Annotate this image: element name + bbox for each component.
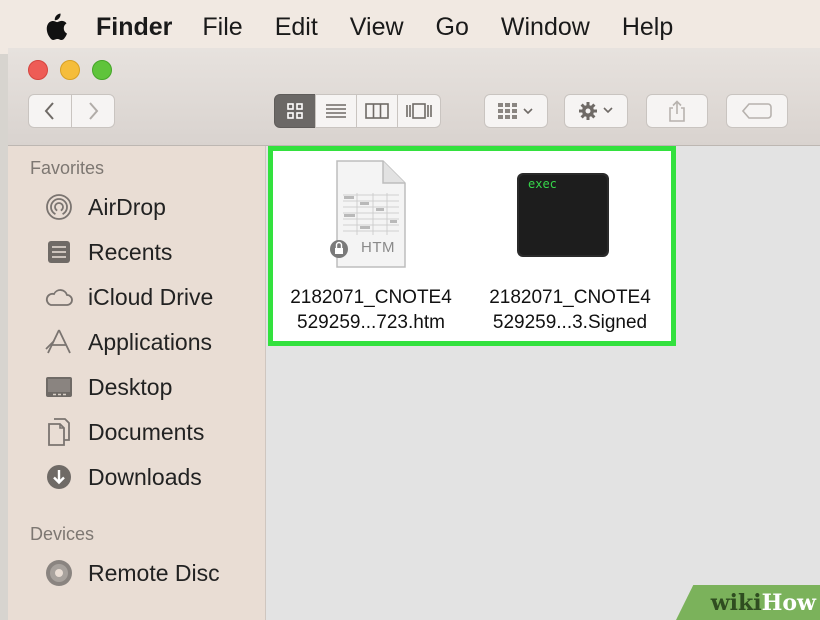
share-button[interactable] [646,94,708,128]
list-icon [326,104,346,118]
menu-window[interactable]: Window [501,13,590,42]
file-name-line1: 2182071_CNOTE4 [489,287,651,308]
sidebar-item-remote-disc[interactable]: Remote Disc [44,556,220,590]
tags-button[interactable] [726,94,788,128]
sidebar-item-icloud-drive[interactable]: iCloud Drive [44,280,213,314]
watermark-how: How [761,589,816,616]
watermark-wiki: wiki [710,589,762,616]
toolbar [8,48,820,146]
devices-heading: Devices [30,524,95,544]
recents-icon [44,237,74,267]
back-button[interactable] [28,94,72,128]
airdrop-icon [44,192,74,222]
file-name[interactable]: 2182071_CNOTE4 529259...3.Signed [472,285,668,335]
sidebar-item-label: Documents [88,418,205,445]
wikihow-watermark: wiki How [676,585,820,620]
group-by-button[interactable] [484,94,548,128]
documents-icon [44,417,74,447]
sidebar-item-recents[interactable]: Recents [44,235,172,269]
menu-edit[interactable]: Edit [275,13,318,42]
share-icon [669,100,685,122]
sidebar-item-airdrop[interactable]: AirDrop [44,190,166,224]
file-name-line1: 2182071_CNOTE4 [290,287,452,308]
file-name-line2: 529259...3.Signed [492,312,648,333]
sidebar-item-label: Downloads [88,463,202,490]
favorites-heading: Favorites [30,158,105,178]
sidebar-item-label: AirDrop [88,193,166,220]
column-view-button[interactable] [356,94,398,128]
downloads-icon [44,462,74,492]
list-view-button[interactable] [315,94,357,128]
chevron-right-icon [89,102,99,120]
minimize-window-button[interactable] [60,60,80,80]
menu-go[interactable]: Go [436,13,469,42]
menu-bar: Finder File Edit View Go Window Help [0,0,820,54]
action-button[interactable] [564,94,628,128]
sidebar-item-desktop[interactable]: Desktop [44,370,172,404]
gallery-icon [406,103,432,119]
file-name-line2: 529259...723.htm [297,312,445,333]
applications-icon [44,327,74,357]
forward-button[interactable] [71,94,115,128]
sidebar-item-label: Recents [88,238,173,265]
sidebar-item-label: Applications [88,328,213,355]
file-item[interactable]: HTM [313,155,423,275]
sidebar-item-downloads[interactable]: Downloads [44,460,202,494]
sidebar: Favorites AirDrop Recents iCloud Drive A… [8,146,266,620]
file-type-badge: HTM [361,239,395,256]
desktop-icon [44,372,74,402]
cloud-icon [44,282,74,312]
sidebar-item-documents[interactable]: Documents [44,415,204,449]
zoom-window-button[interactable] [92,60,112,80]
menu-help[interactable]: Help [622,13,673,42]
highlight-box: HTM 2182071_CNOTE4 529259...723.htm exec… [268,146,676,346]
sidebar-item-label: Remote Disc [88,559,220,586]
gear-icon [579,102,613,120]
menu-finder[interactable]: Finder [96,13,172,42]
sidebar-item-label: Desktop [88,373,173,400]
file-name[interactable]: 2182071_CNOTE4 529259...723.htm [273,285,469,335]
sidebar-item-applications[interactable]: Applications [44,325,212,359]
tag-icon [742,103,772,119]
disc-icon [44,558,74,588]
menu-file[interactable]: File [202,13,242,42]
sidebar-item-label: iCloud Drive [88,283,214,310]
htm-document-icon [330,160,406,268]
terminal-exec-icon [517,173,609,257]
grid-icon [287,103,303,119]
menu-view[interactable]: View [350,13,404,42]
file-item[interactable]: exec [511,171,615,261]
gallery-view-button[interactable] [397,94,441,128]
chevron-left-icon [44,102,54,120]
exec-label: exec [528,177,557,191]
close-window-button[interactable] [28,60,48,80]
icon-view-button[interactable] [274,94,316,128]
columns-icon [365,103,389,119]
apple-icon[interactable] [42,12,68,42]
group-icon [498,103,533,119]
